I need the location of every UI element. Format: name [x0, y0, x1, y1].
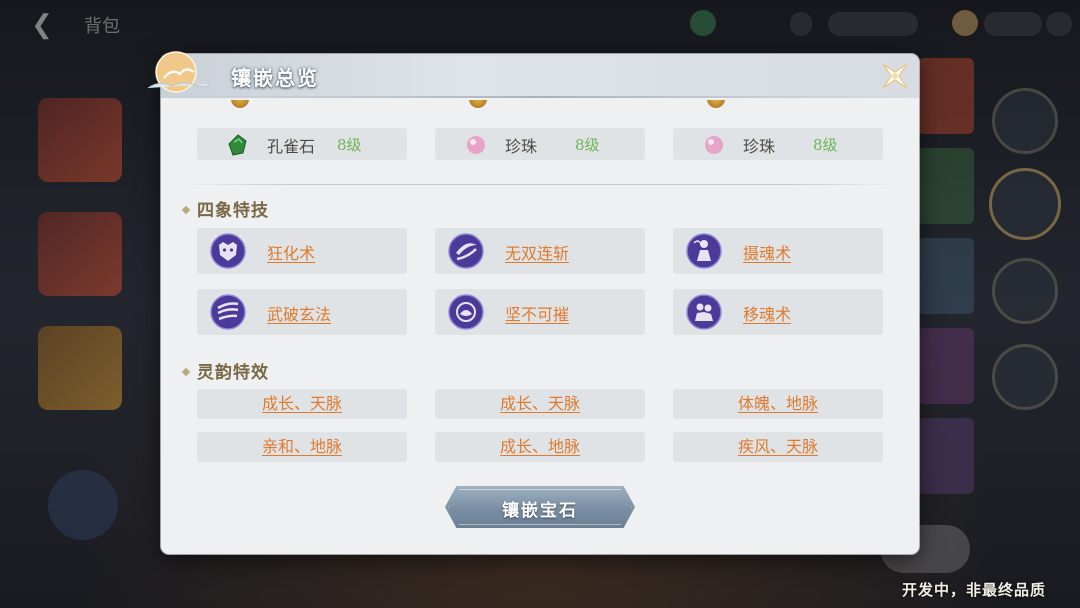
soul-capture-icon	[686, 233, 722, 269]
aura-effect-item[interactable]: 成长、天脉	[197, 389, 407, 419]
inventory-slot[interactable]	[38, 98, 122, 182]
diamond-bullet-icon	[181, 205, 191, 214]
aura-effect-item[interactable]: 体魄、地脉	[673, 389, 883, 419]
inlay-overview-dialog: 镶嵌总览 孔雀石 8级 珍珠 8级 珍珠 8级 四象特技 狂化术 无双连斩 摄魂…	[161, 54, 919, 554]
skill-name-link: 武破玄法	[267, 305, 332, 324]
gem-level: 8级	[337, 136, 362, 154]
slot-ring[interactable]	[989, 168, 1061, 240]
pearl-gem-icon	[705, 136, 723, 154]
currency-slot	[790, 12, 812, 36]
skill-item[interactable]: 移魂术	[673, 289, 883, 335]
tiger-head-icon	[210, 233, 246, 269]
item-card[interactable]	[918, 328, 974, 404]
top-bar: ❮ 背包	[0, 0, 1080, 48]
pearl-gem-icon	[467, 136, 485, 154]
add-currency-button[interactable]	[1046, 12, 1072, 36]
aura-effect-link: 成长、地脉	[499, 437, 580, 456]
skill-name-link: 移魂术	[743, 305, 792, 324]
gem-icon	[707, 100, 725, 108]
skill-item[interactable]: 摄魂术	[673, 228, 883, 274]
top-bar-title: 背包	[84, 16, 120, 37]
jade-currency-icon	[690, 10, 716, 36]
gem-cell: 珍珠 8级	[673, 128, 883, 160]
triple-slash-icon	[210, 294, 246, 330]
currency-slot	[984, 12, 1042, 36]
moon-cloud-emblem-icon	[147, 51, 211, 93]
peacock-stone-gem-icon	[228, 134, 247, 156]
skills-section-title: 四象特技	[181, 196, 269, 221]
gold-currency-icon	[952, 10, 978, 36]
gem-cell: 珍珠 8级	[435, 128, 645, 160]
inlay-gem-button[interactable]: 镶嵌宝石	[445, 486, 635, 528]
dialog-header: 镶嵌总览	[161, 54, 919, 98]
gem-name: 孔雀石	[267, 137, 316, 156]
dialog-title: 镶嵌总览	[231, 66, 319, 90]
inventory-slot[interactable]	[38, 326, 122, 410]
aura-effect-link: 体魄、地脉	[737, 394, 818, 413]
gem-icon	[469, 100, 487, 108]
skill-item[interactable]: 坚不可摧	[435, 289, 645, 335]
aura-section-title: 灵韵特效	[181, 358, 269, 383]
aura-effect-item[interactable]: 成长、地脉	[435, 432, 645, 462]
skill-name-link: 无双连斩	[505, 244, 570, 263]
gem-level: 8级	[575, 136, 600, 154]
item-card[interactable]	[918, 58, 974, 134]
back-arrow-icon[interactable]: ❮	[24, 10, 60, 40]
section-divider	[185, 184, 893, 185]
aura-effect-link: 成长、天脉	[261, 394, 342, 413]
currency-slot	[828, 12, 918, 36]
skills-section-label: 四象特技	[197, 201, 269, 221]
soul-transfer-icon	[686, 294, 722, 330]
aura-section-label: 灵韵特效	[197, 363, 269, 383]
crescent-slash-icon	[448, 233, 484, 269]
aura-effect-link: 疾风、天脉	[737, 437, 818, 456]
aura-effect-item[interactable]: 疾风、天脉	[673, 432, 883, 462]
gem-name: 珍珠	[743, 137, 776, 156]
item-card[interactable]	[918, 148, 974, 224]
slot-ring[interactable]	[992, 88, 1058, 154]
aura-effect-link: 成长、天脉	[499, 394, 580, 413]
inventory-slot[interactable]	[48, 470, 118, 540]
item-card[interactable]	[918, 238, 974, 314]
gem-cell: 孔雀石 8级	[197, 128, 407, 160]
skill-name-link: 坚不可摧	[505, 305, 570, 324]
diamond-bullet-icon	[181, 367, 191, 376]
slot-ring[interactable]	[992, 344, 1058, 410]
skill-item[interactable]: 狂化术	[197, 228, 407, 274]
shield-lotus-icon	[448, 294, 484, 330]
gem-icon	[231, 100, 249, 108]
inventory-slot[interactable]	[38, 212, 122, 296]
dev-watermark: 开发中，非最终品质	[901, 581, 1046, 599]
close-icon[interactable]	[877, 58, 913, 94]
aura-effect-link: 亲和、地脉	[261, 437, 342, 456]
skill-item[interactable]: 武破玄法	[197, 289, 407, 335]
skill-name-link: 狂化术	[267, 244, 316, 263]
skill-item[interactable]: 无双连斩	[435, 228, 645, 274]
gem-level: 8级	[813, 136, 838, 154]
gem-name: 珍珠	[505, 137, 538, 156]
item-card[interactable]	[918, 418, 974, 494]
aura-effect-item[interactable]: 成长、天脉	[435, 389, 645, 419]
skill-name-link: 摄魂术	[743, 244, 792, 263]
aura-effect-item[interactable]: 亲和、地脉	[197, 432, 407, 462]
inlay-gem-button-label: 镶嵌宝石	[502, 501, 578, 521]
slot-ring[interactable]	[992, 258, 1058, 324]
scrolled-gem-row	[161, 100, 919, 114]
